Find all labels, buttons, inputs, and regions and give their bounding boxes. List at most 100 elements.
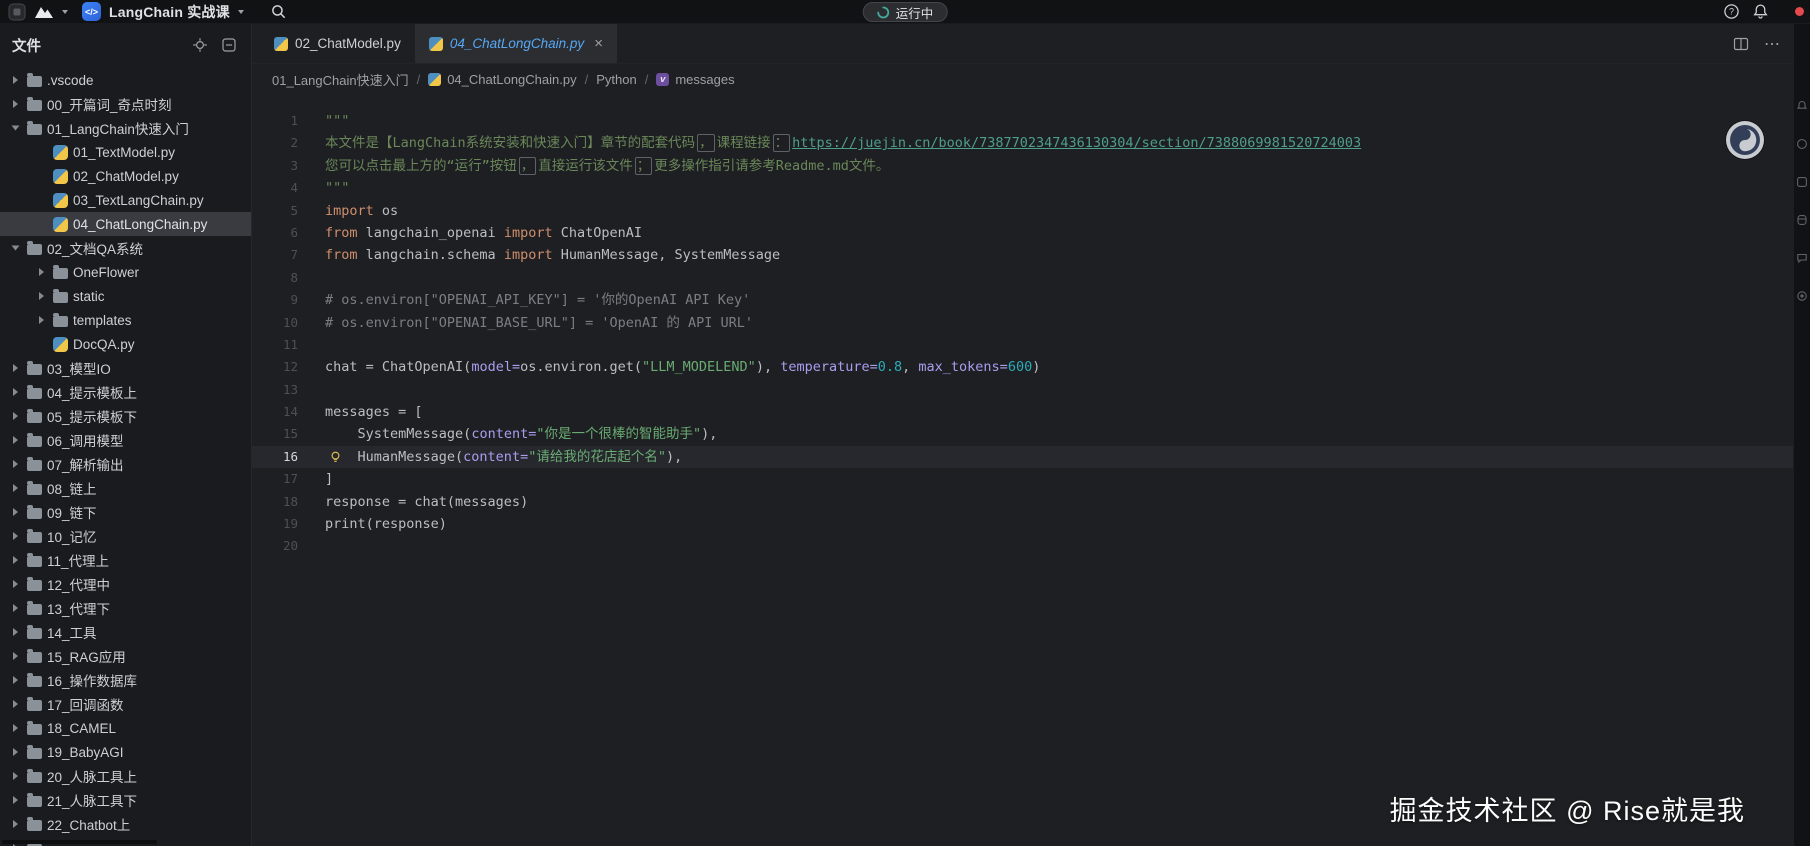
- chevron-down-icon[interactable]: [62, 10, 68, 14]
- chevron-icon[interactable]: [8, 817, 22, 831]
- tree-item[interactable]: 18_CAMEL: [0, 716, 251, 740]
- tree-item[interactable]: OneFlower: [0, 260, 251, 284]
- tree-item[interactable]: 04_提示模板上: [0, 380, 251, 404]
- line-number[interactable]: 15: [252, 423, 298, 445]
- line-number[interactable]: 5: [252, 200, 298, 222]
- chevron-icon[interactable]: [8, 241, 22, 255]
- ide-logo-icon[interactable]: [34, 4, 54, 20]
- line-number[interactable]: 2: [252, 132, 298, 154]
- chevron-icon[interactable]: [34, 265, 48, 279]
- line-number[interactable]: 12: [252, 356, 298, 378]
- tree-item[interactable]: 01_TextModel.py: [0, 140, 251, 164]
- select-opened-file-icon[interactable]: [192, 37, 208, 53]
- code-line[interactable]: 13: [252, 379, 1793, 401]
- chevron-icon[interactable]: [34, 193, 48, 207]
- chevron-icon[interactable]: [8, 121, 22, 135]
- line-number[interactable]: 7: [252, 244, 298, 266]
- chevron-icon[interactable]: [8, 793, 22, 807]
- tree-item[interactable]: templates: [0, 308, 251, 332]
- chevron-icon[interactable]: [8, 505, 22, 519]
- code-line[interactable]: 2本文件是【LangChain系统安装和快速入门】章节的配套代码，课程链接：ht…: [252, 132, 1793, 154]
- tree-item[interactable]: 10_记忆: [0, 524, 251, 548]
- line-number[interactable]: 11: [252, 334, 298, 356]
- editor-tab[interactable]: 02_ChatModel.py: [260, 24, 415, 63]
- line-number[interactable]: 18: [252, 491, 298, 513]
- tree-item[interactable]: 20_人脉工具上: [0, 764, 251, 788]
- line-number[interactable]: 16: [252, 446, 298, 468]
- line-number[interactable]: 9: [252, 289, 298, 311]
- code-line[interactable]: 8: [252, 267, 1793, 289]
- line-number[interactable]: 19: [252, 513, 298, 535]
- search-icon[interactable]: [270, 3, 287, 20]
- chevron-icon[interactable]: [8, 625, 22, 639]
- tool-stripe-icon[interactable]: [1796, 138, 1808, 150]
- line-number[interactable]: 1: [252, 110, 298, 132]
- chevron-icon[interactable]: [8, 361, 22, 375]
- chevron-icon[interactable]: [8, 409, 22, 423]
- tree-item[interactable]: 02_ChatModel.py: [0, 164, 251, 188]
- tree-item[interactable]: 17_回调函数: [0, 692, 251, 716]
- chevron-icon[interactable]: [8, 601, 22, 615]
- code-line[interactable]: 20: [252, 535, 1793, 557]
- intention-bulb-icon[interactable]: [328, 450, 343, 465]
- breadcrumb-item[interactable]: 01_LangChain快速入门: [272, 70, 409, 89]
- line-number[interactable]: 17: [252, 468, 298, 490]
- chevron-icon[interactable]: [8, 769, 22, 783]
- code-line[interactable]: 10# os.environ["OPENAI_BASE_URL"] = 'Ope…: [252, 312, 1793, 334]
- tool-stripe-icon[interactable]: [1796, 100, 1808, 112]
- line-number[interactable]: 13: [252, 379, 298, 401]
- tree-item[interactable]: static: [0, 284, 251, 308]
- code-line[interactable]: 9# os.environ["OPENAI_API_KEY"] = '你的Ope…: [252, 289, 1793, 311]
- breadcrumb-item[interactable]: vmessages: [656, 72, 734, 87]
- tree-item[interactable]: 06_调用模型: [0, 428, 251, 452]
- chevron-icon[interactable]: [8, 457, 22, 471]
- chevron-icon[interactable]: [8, 97, 22, 111]
- tool-stripe-icon[interactable]: [1796, 176, 1808, 188]
- breadcrumb-item[interactable]: 04_ChatLongChain.py: [428, 72, 576, 87]
- tree-item[interactable]: 21_人脉工具下: [0, 788, 251, 812]
- notifications-bell-icon[interactable]: [1752, 3, 1769, 20]
- code-line[interactable]: 1""": [252, 110, 1793, 132]
- tree-item[interactable]: 11_代理上: [0, 548, 251, 572]
- tree-item[interactable]: 19_BabyAGI: [0, 740, 251, 764]
- tool-stripe-icon[interactable]: [1796, 290, 1808, 302]
- tool-stripe-icon[interactable]: [1796, 252, 1808, 264]
- code-line[interactable]: 6from langchain_openai import ChatOpenAI: [252, 222, 1793, 244]
- chevron-icon[interactable]: [34, 169, 48, 183]
- chevron-icon[interactable]: [8, 577, 22, 591]
- tree-item[interactable]: 08_链上: [0, 476, 251, 500]
- tree-item[interactable]: 15_RAG应用: [0, 644, 251, 668]
- line-number[interactable]: 10: [252, 312, 298, 334]
- tool-stripe-icon[interactable]: [1796, 214, 1808, 226]
- tree-item[interactable]: 03_模型IO: [0, 356, 251, 380]
- chevron-icon[interactable]: [8, 385, 22, 399]
- tree-item[interactable]: 07_解析输出: [0, 452, 251, 476]
- tree-item[interactable]: 02_文档QA系统: [0, 236, 251, 260]
- project-badge-icon[interactable]: </>: [82, 2, 101, 21]
- app-window-icon[interactable]: [8, 3, 26, 21]
- chevron-icon[interactable]: [8, 721, 22, 735]
- project-chevron-icon[interactable]: [238, 10, 244, 14]
- line-number[interactable]: 6: [252, 222, 298, 244]
- line-number[interactable]: 20: [252, 535, 298, 557]
- editor-tab[interactable]: 04_ChatLongChain.py ×: [415, 24, 617, 63]
- more-options-icon[interactable]: ⋯: [1764, 34, 1781, 54]
- tree-item[interactable]: 12_代理中: [0, 572, 251, 596]
- line-number[interactable]: 8: [252, 267, 298, 289]
- collapse-all-icon[interactable]: [221, 37, 237, 53]
- chevron-icon[interactable]: [8, 553, 22, 567]
- tree-item[interactable]: 00_开篇词_奇点时刻: [0, 92, 251, 116]
- chevron-icon[interactable]: [8, 697, 22, 711]
- tree-item[interactable]: 01_LangChain快速入门: [0, 116, 251, 140]
- code-line[interactable]: 7from langchain.schema import HumanMessa…: [252, 244, 1793, 266]
- code-line[interactable]: 3您可以点击最上方的“运行”按钮，直接运行该文件；更多操作指引请参考Readme…: [252, 155, 1793, 177]
- run-status-button[interactable]: 运行中: [863, 2, 948, 22]
- tree-item[interactable]: 14_工具: [0, 620, 251, 644]
- code-line[interactable]: 15 SystemMessage(content="你是一个很棒的智能助手"),: [252, 423, 1793, 445]
- close-tab-icon[interactable]: ×: [594, 36, 603, 51]
- line-number[interactable]: 14: [252, 401, 298, 423]
- chevron-icon[interactable]: [34, 217, 48, 231]
- tree-item[interactable]: DocQA.py: [0, 332, 251, 356]
- code-hyperlink[interactable]: https://juejin.cn/book/73877023474361303…: [792, 135, 1361, 151]
- code-line[interactable]: 16 HumanMessage(content="请给我的花店起个名"),: [252, 446, 1793, 468]
